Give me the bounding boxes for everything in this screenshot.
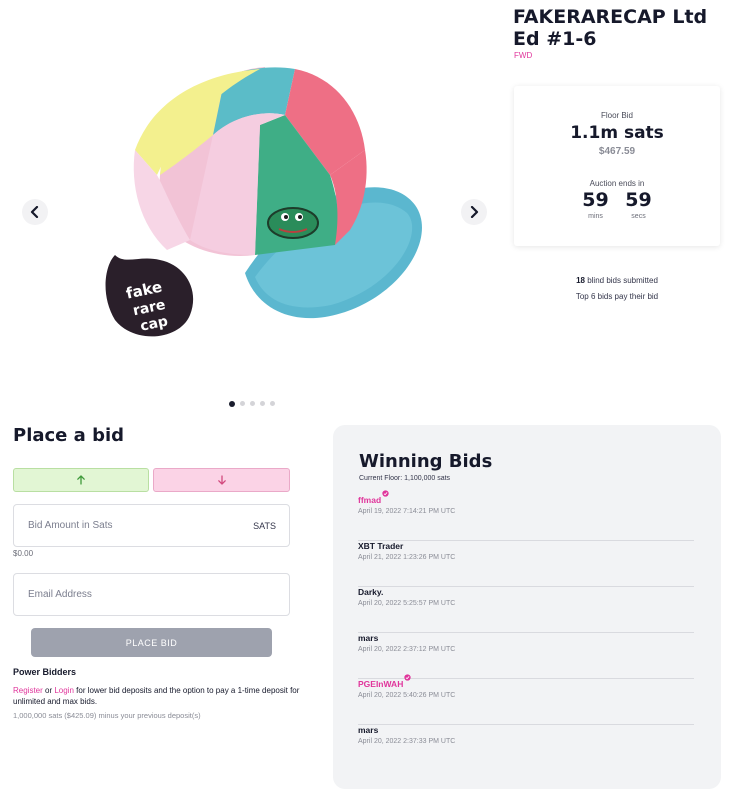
floor-bid-card: Floor Bid 1.1m sats $467.59 Auction ends… (514, 86, 720, 246)
bid-timestamp: April 19, 2022 7:14:21 PM UTC (358, 508, 456, 515)
bid-timestamp: April 20, 2022 2:37:33 PM UTC (358, 738, 456, 745)
floor-bid-label: Floor Bid (600, 111, 633, 120)
top-bids-text: Top 6 bids pay their bid (575, 292, 659, 301)
bid-timestamp: April 20, 2022 2:37:12 PM UTC (358, 646, 456, 653)
power-bidders-text: Register or Login for lower bid deposits… (13, 685, 303, 707)
timer-seconds-value: 59 (625, 189, 652, 211)
current-floor-text: Current Floor: 1,100,000 sats (359, 475, 451, 482)
chevron-right-icon (470, 206, 479, 218)
bid-timestamp: April 20, 2022 5:25:57 PM UTC (358, 600, 456, 607)
email-input[interactable] (28, 574, 228, 615)
timer-seconds-label: secs (631, 213, 646, 220)
bid-amount-field: SATS (13, 504, 290, 547)
bidder-name: Darky. (358, 587, 383, 597)
arrow-down-icon (217, 475, 226, 485)
verified-badge-icon (382, 490, 389, 497)
place-bid-button[interactable]: PLACE BID (31, 628, 272, 657)
carousel-next-button[interactable] (461, 199, 487, 225)
floor-bid-value: 1.1m sats (570, 123, 664, 143)
arrow-up-icon (77, 475, 85, 485)
carousel-dot[interactable] (260, 401, 265, 406)
register-link[interactable]: Register (13, 686, 43, 695)
bids-submitted-text: 18 blind bids submitted (514, 276, 720, 285)
product-image: fake rare cap (105, 67, 422, 337)
bidder-name: mars (358, 725, 378, 735)
timer-seconds: 59 secs (625, 189, 652, 220)
bidder-name-text: mars (358, 633, 379, 643)
winning-bid-row: Darky. April 20, 2022 5:25:57 PM UTC (358, 587, 694, 633)
carousel-prev-button[interactable] (22, 199, 48, 225)
item-title: FAKERARECAP Ltd Ed #1-6 (513, 6, 708, 50)
timer-minutes: 59 mins (582, 189, 609, 220)
auction-timer: 59 mins 59 secs (582, 189, 652, 220)
bid-usd-value: $0.00 (13, 549, 34, 558)
bid-decrease-button[interactable] (153, 468, 290, 492)
bid-increase-button[interactable] (13, 468, 149, 492)
bidder-name: XBT Trader (358, 541, 403, 551)
carousel-dot[interactable] (270, 401, 275, 406)
winning-bid-row: XBT Trader April 21, 2022 1:23:26 PM UTC (358, 541, 694, 587)
auction-ends-label: Auction ends in (589, 179, 645, 188)
bidder-name-text: PGEInWAH (358, 679, 404, 689)
timer-minutes-value: 59 (582, 189, 609, 211)
bid-timestamp: April 21, 2022 1:23:26 PM UTC (358, 554, 456, 561)
bidder-name[interactable]: ffmad (358, 490, 389, 505)
bids-count: 18 (576, 276, 585, 285)
chevron-left-icon (30, 206, 39, 218)
bid-amount-input[interactable] (28, 505, 228, 546)
carousel-dot[interactable] (240, 401, 245, 406)
email-field (13, 573, 290, 616)
winning-bid-row: PGEInWAH April 20, 2022 5:40:26 PM UTC (358, 674, 694, 725)
bids-count-suffix: blind bids submitted (584, 276, 658, 285)
winning-bid-row: mars April 20, 2022 2:37:12 PM UTC (358, 633, 694, 679)
power-bidders-title: Power Bidders (13, 667, 77, 677)
login-link[interactable]: Login (54, 686, 74, 695)
bidder-name-text: ffmad (358, 495, 382, 505)
winning-bid-row: ffmad April 19, 2022 7:14:21 PM UTC (358, 490, 694, 541)
carousel-dots (229, 400, 275, 407)
floor-bid-usd: $467.59 (598, 146, 636, 157)
winning-bids-title: Winning Bids (359, 451, 493, 472)
bidder-name[interactable]: PGEInWAH (358, 674, 411, 689)
carousel-dot[interactable] (250, 401, 255, 406)
winning-bids-panel: Winning Bids Current Floor: 1,100,000 sa… (333, 425, 721, 789)
bid-unit-label: SATS (253, 521, 276, 531)
bidder-name-text: XBT Trader (358, 541, 404, 551)
bidder-name-text: mars (358, 725, 379, 735)
place-bid-heading: Place a bid (13, 425, 125, 446)
verified-badge-icon (404, 674, 411, 681)
item-subtitle: FWD (514, 51, 533, 60)
power-bidders-or: or (42, 686, 55, 695)
bid-timestamp: April 20, 2022 5:40:26 PM UTC (358, 692, 456, 699)
timer-minutes-label: mins (588, 213, 603, 220)
winning-bid-row: mars April 20, 2022 2:37:33 PM UTC (358, 725, 694, 771)
power-bidders-note: 1,000,000 sats ($425.09) minus your prev… (13, 711, 201, 720)
bidder-name-text: Darky. (358, 587, 384, 597)
carousel-dot[interactable] (229, 400, 235, 407)
product-carousel: fake rare cap (0, 0, 500, 420)
bidder-name: mars (358, 633, 378, 643)
